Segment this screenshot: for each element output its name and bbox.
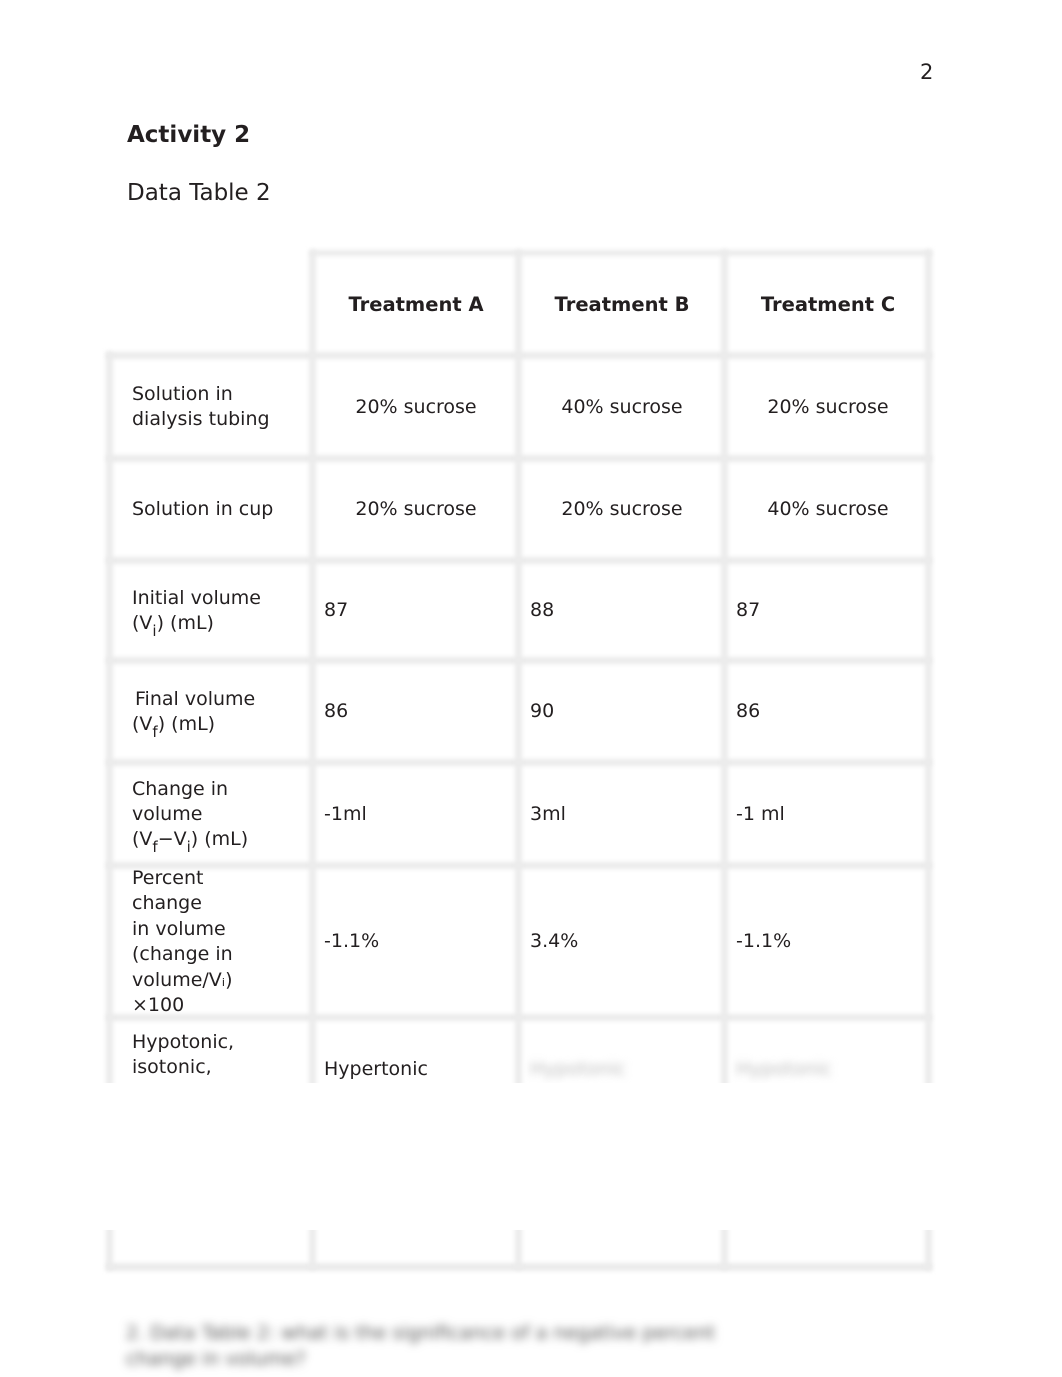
table-cell: 87 (736, 599, 761, 621)
row-label-initial-volume: Initial volume (Vi) (mL) (132, 564, 307, 657)
label-text: ) (mL) (157, 712, 216, 735)
table-cell: -1.1% (736, 930, 792, 952)
table-cell: 20% sucrose (561, 498, 683, 520)
label-text: ×100 (132, 994, 185, 1016)
label-text: Percent (132, 866, 204, 889)
table-cell: 87 (324, 599, 349, 621)
row-label-tonicity: Hypotonic, isotonic, (132, 1030, 307, 1082)
table-cell: 88 (530, 599, 555, 621)
table-cell: 86 (736, 700, 761, 722)
label-text: (V (132, 712, 153, 735)
label-text: (V (132, 827, 153, 850)
label-text: in volume (132, 917, 226, 940)
table-cell: -1.1% (324, 930, 380, 952)
label-text: ) (mL) (190, 827, 249, 850)
label-text: Initial volume (132, 586, 262, 609)
row-label-percent-change: Percent change in volume (change in volu… (132, 866, 307, 1018)
column-header-treatment-b: Treatment B (554, 292, 690, 316)
blurred-question-text: 2. Data Table 2: what is the significanc… (126, 1322, 716, 1370)
column-header-treatment-c: Treatment C (760, 292, 896, 316)
table-cell: 86 (324, 700, 349, 722)
table-cell: 90 (530, 700, 555, 722)
hidden-content-band (0, 1083, 1062, 1230)
label-text: isotonic, (132, 1056, 212, 1078)
row-label-cup-solution: Solution in cup (132, 498, 274, 520)
label-text: volume/Vᵢ) (132, 968, 233, 991)
table-cell: 40% sucrose (561, 395, 683, 418)
column-header-treatment-a: Treatment A (348, 292, 484, 316)
table-cell-blurred: Hypotonic (530, 1057, 627, 1080)
table-cell: -1ml (324, 802, 367, 825)
table-cell: 20% sucrose (767, 395, 889, 418)
label-text: (V (132, 611, 153, 634)
row-label-dialysis-solution: Solution in dialysis tubing (132, 383, 270, 430)
table-cell: Hypertonic (324, 1057, 428, 1080)
table-cell: 3.4% (530, 930, 579, 952)
label-text: volume (132, 802, 203, 825)
label-text: ) (mL) (156, 611, 214, 634)
label-text: −V (157, 827, 187, 850)
label-text: Hypotonic, (132, 1031, 235, 1053)
label-text: Change in (132, 777, 229, 800)
table-cell: 20% sucrose (355, 395, 477, 418)
table-cell: 40% sucrose (767, 498, 889, 520)
label-text: Final volume (135, 687, 256, 710)
table-cell-blurred: Hypotonic (736, 1057, 833, 1080)
label-text: (change in (132, 943, 233, 965)
row-label-final-volume: Final volume (Vf) (mL) (132, 664, 307, 759)
table-cell: 20% sucrose (355, 498, 477, 520)
row-label-change-in-volume: Change in volume (Vf−Vi) (mL) (132, 766, 307, 862)
label-text: change (132, 892, 202, 914)
table-cell: -1 ml (736, 802, 785, 825)
table-cell: 3ml (530, 802, 566, 825)
